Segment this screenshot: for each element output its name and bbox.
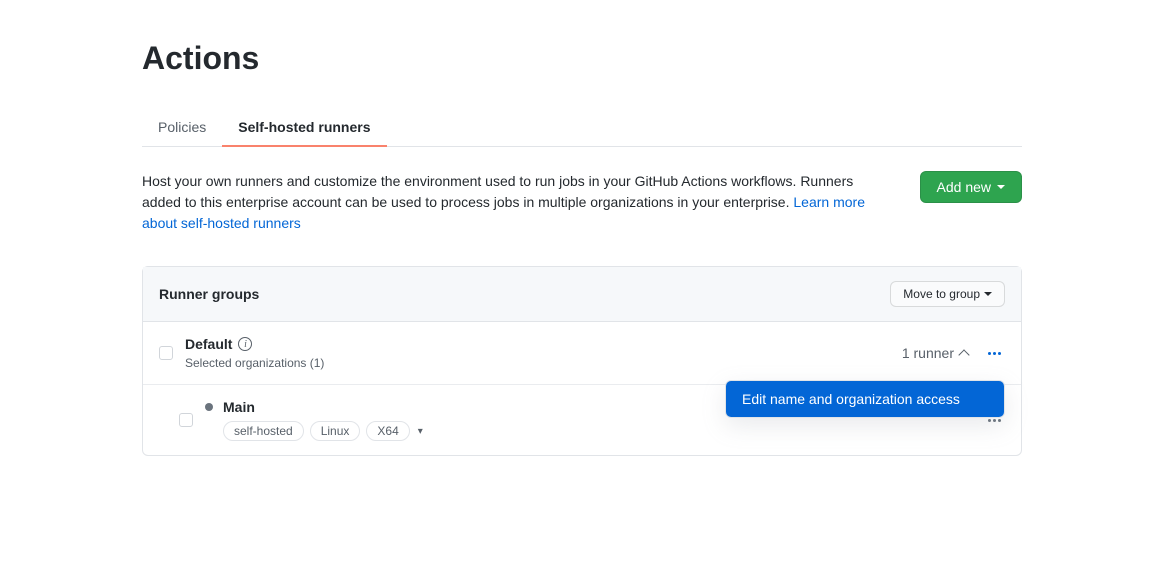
runner-count-toggle[interactable]: 1 runner: [902, 345, 968, 361]
panel-header: Runner groups Move to group: [143, 267, 1021, 322]
runner-tag: Linux: [310, 421, 361, 441]
runner-tag: self-hosted: [223, 421, 304, 441]
tab-self-hosted-runners[interactable]: Self-hosted runners: [222, 109, 386, 147]
runner-groups-panel: Runner groups Move to group Default i Se…: [142, 266, 1022, 456]
runner-count-label: 1 runner: [902, 345, 954, 361]
page-title: Actions: [142, 40, 1022, 77]
group-context-menu: Edit name and organization access: [725, 380, 1005, 418]
add-new-button[interactable]: Add new: [920, 171, 1022, 203]
runner-name: Main: [223, 399, 255, 415]
description-body: Host your own runners and customize the …: [142, 173, 853, 210]
group-menu-button[interactable]: [984, 348, 1005, 359]
caret-down-icon: [997, 185, 1005, 189]
move-to-group-label: Move to group: [903, 287, 980, 301]
status-dot-icon: [205, 403, 213, 411]
tabs: Policies Self-hosted runners: [142, 109, 1022, 147]
move-to-group-button[interactable]: Move to group: [890, 281, 1005, 307]
chevron-up-icon: [958, 349, 969, 360]
runner-checkbox[interactable]: [179, 413, 193, 427]
info-icon[interactable]: i: [238, 337, 252, 351]
description-text: Host your own runners and customize the …: [142, 171, 896, 234]
tags-dropdown-icon[interactable]: ▾: [416, 426, 423, 437]
edit-name-access-item[interactable]: Edit name and organization access: [726, 381, 1004, 417]
tab-policies[interactable]: Policies: [142, 109, 222, 147]
runner-groups-title: Runner groups: [159, 286, 259, 302]
caret-down-icon: [984, 292, 992, 296]
add-new-label: Add new: [937, 179, 991, 195]
group-subtitle: Selected organizations (1): [185, 356, 890, 370]
group-checkbox[interactable]: [159, 346, 173, 360]
runner-tag: X64: [366, 421, 409, 441]
runner-group-row: Default i Selected organizations (1) 1 r…: [143, 322, 1021, 385]
group-name: Default: [185, 336, 232, 352]
